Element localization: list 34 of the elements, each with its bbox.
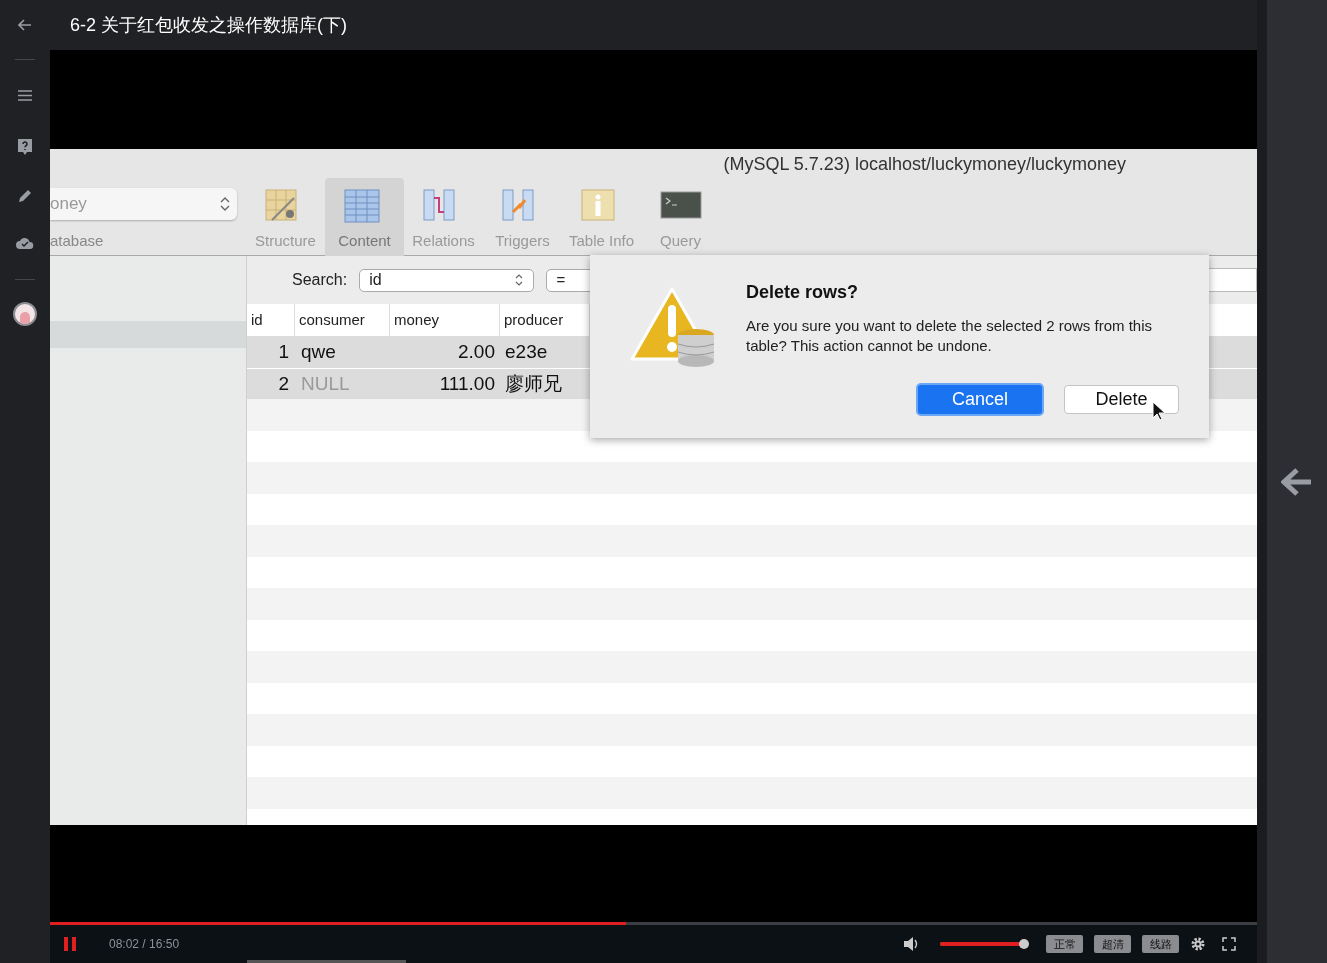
pause-icon[interactable] <box>64 937 76 951</box>
window-title: (MySQL 5.7.23) localhost/luckymoney/luckymoney <box>723 153 1126 176</box>
chevron-up-down-icon <box>513 273 524 287</box>
fullscreen-icon[interactable] <box>1222 937 1236 951</box>
dialog-title: Delete rows? <box>746 281 860 304</box>
question-icon[interactable] <box>18 139 32 155</box>
scrollbar-thumb[interactable] <box>247 960 406 963</box>
pencil-icon[interactable] <box>18 189 32 203</box>
settings-icon[interactable] <box>1191 937 1205 951</box>
cloud-check-icon[interactable] <box>16 237 34 249</box>
dialog-button[interactable]: Cancel <box>916 383 1044 416</box>
avatar-icon[interactable] <box>13 302 37 326</box>
mouse-pointer-icon <box>1152 401 1168 422</box>
database-label: atabase <box>50 231 105 251</box>
volume-icon[interactable] <box>904 936 918 952</box>
left-arrow-icon[interactable] <box>1281 466 1313 497</box>
menu-icon[interactable] <box>18 90 32 101</box>
volume-thumb[interactable] <box>1019 939 1029 949</box>
search-column-popup[interactable]: id <box>359 268 534 292</box>
column-header[interactable]: money <box>390 304 500 336</box>
back-icon[interactable] <box>18 19 32 31</box>
toolbar-tab[interactable]: Content <box>325 178 404 256</box>
quality-button[interactable]: 正常 <box>1046 935 1083 953</box>
dialog-message: Are you sure you want to delete the selected 2 rows from this table? This action cannot be undone. <box>746 316 1154 356</box>
time-display: 08:02 / 16:50 <box>109 936 180 953</box>
column-header[interactable]: id <box>247 304 295 336</box>
video-title: 6-2 关于红包收发之操作数据库(下) <box>70 13 347 37</box>
quality-button[interactable]: 线路 <box>1142 935 1179 953</box>
quality-button[interactable]: 超清 <box>1094 935 1131 953</box>
search-label: Search: <box>292 270 348 290</box>
chevron-up-down-icon <box>219 196 231 212</box>
progress-track[interactable] <box>50 922 1257 925</box>
dialog-button[interactable]: Delete <box>1064 385 1179 414</box>
column-header[interactable]: consumer <box>295 304 390 336</box>
